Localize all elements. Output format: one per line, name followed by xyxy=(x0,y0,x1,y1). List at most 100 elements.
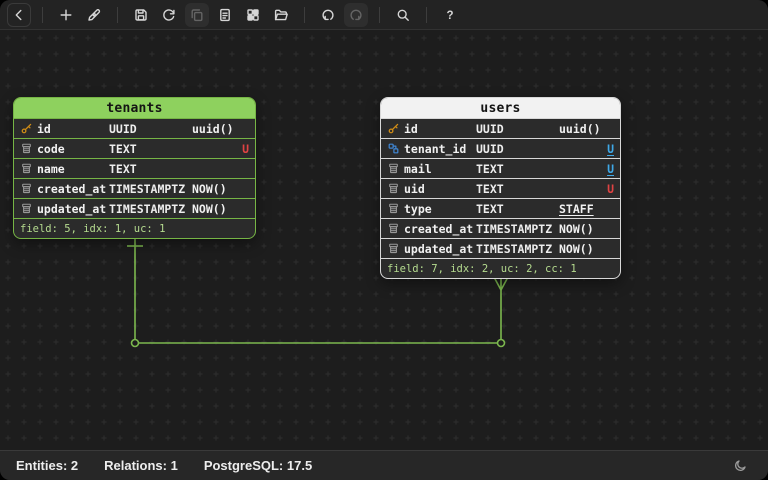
field-icon xyxy=(387,242,400,255)
pen-icon xyxy=(86,7,102,23)
field-icon xyxy=(387,202,400,215)
redo-button[interactable] xyxy=(344,2,368,27)
field-row-updated_at[interactable]: updated_at TIMESTAMPTZ NOW() xyxy=(14,198,255,218)
field-constraint-badge: U xyxy=(607,181,614,196)
field-row-name[interactable]: name TEXT xyxy=(14,158,255,178)
field-icon xyxy=(20,142,33,155)
entities-count: Entities: 2 xyxy=(16,458,79,473)
field-name: id xyxy=(37,121,51,136)
field-type: TIMESTAMPTZ xyxy=(109,181,186,196)
field-row-id[interactable]: id UUID uuid() xyxy=(14,118,255,138)
toolbar-separator xyxy=(304,6,305,23)
grid-icon xyxy=(245,7,261,23)
field-default: NOW() xyxy=(192,201,227,216)
folder-open-icon xyxy=(273,7,289,23)
field-row-created_at[interactable]: created_at TIMESTAMPTZ NOW() xyxy=(381,218,620,238)
field-constraint-badge: U xyxy=(242,141,249,156)
field-row-updated_at[interactable]: updated_at TIMESTAMPTZ NOW() xyxy=(381,238,620,258)
diagram-canvas[interactable]: tenants id UUID uuid() code TEXT Uname TEXT crea… xyxy=(0,30,768,450)
chevron-left-icon xyxy=(11,7,27,23)
file-text-icon xyxy=(217,7,233,23)
moon-icon xyxy=(733,458,748,473)
field-row-type[interactable]: type TEXT STAFF xyxy=(381,198,620,218)
field-type: TIMESTAMPTZ xyxy=(476,241,553,256)
add-entity-button[interactable] xyxy=(54,3,78,27)
copy-button[interactable] xyxy=(185,2,209,27)
field-constraint-badge: U xyxy=(607,161,614,176)
undo-button[interactable] xyxy=(316,3,340,27)
field-default: NOW() xyxy=(192,181,227,196)
reload-icon xyxy=(161,7,177,23)
field-name: mail xyxy=(404,161,432,176)
field-name: type xyxy=(404,201,432,216)
field-name: created_at xyxy=(404,221,474,236)
plus-icon xyxy=(58,7,74,23)
export-file-button[interactable] xyxy=(213,3,237,27)
undo-icon xyxy=(320,7,336,23)
help-button[interactable]: ? xyxy=(438,3,462,27)
key-icon xyxy=(387,122,400,135)
entity-table-users[interactable]: users id UUID uuid() tenant_id UUID Umail TEXT U… xyxy=(380,97,621,279)
save-icon xyxy=(133,7,149,23)
field-name: name xyxy=(37,161,65,176)
reload-button[interactable] xyxy=(157,3,181,27)
field-row-created_at[interactable]: created_at TIMESTAMPTZ NOW() xyxy=(14,178,255,198)
field-type: TEXT xyxy=(109,161,137,176)
table-title[interactable]: tenants xyxy=(14,98,255,118)
field-icon xyxy=(20,182,33,195)
help-icon: ? xyxy=(442,7,458,23)
back-button[interactable] xyxy=(7,2,31,27)
field-type: TEXT xyxy=(476,181,504,196)
entity-table-tenants[interactable]: tenants id UUID uuid() code TEXT Uname TEXT crea… xyxy=(13,97,256,239)
field-default: uuid() xyxy=(192,121,234,136)
field-icon xyxy=(20,202,33,215)
app-window: ? tenants id UUID uuid() code TEXT Uname TEXT cr… xyxy=(0,0,768,480)
open-folder-button[interactable] xyxy=(269,3,293,27)
field-type: TIMESTAMPTZ xyxy=(476,221,553,236)
field-name: updated_at xyxy=(37,201,107,216)
field-icon xyxy=(387,162,400,175)
field-type: TIMESTAMPTZ xyxy=(109,201,186,216)
field-name: code xyxy=(37,141,65,156)
layout-grid-button[interactable] xyxy=(241,3,265,27)
field-row-id[interactable]: id UUID uuid() xyxy=(381,118,620,138)
key-icon xyxy=(20,122,33,135)
status-bar: Entities: 2 Relations: 1 PostgreSQL: 17.… xyxy=(0,450,768,480)
field-type: TEXT xyxy=(109,141,137,156)
field-type: TEXT xyxy=(476,161,504,176)
relations-count: Relations: 1 xyxy=(104,458,178,473)
field-name: created_at xyxy=(37,181,107,196)
field-constraint-badge: U xyxy=(607,141,614,156)
search-icon xyxy=(395,7,411,23)
dialect-version: PostgreSQL: 17.5 xyxy=(203,458,313,473)
table-summary: field: 7, idx: 2, uc: 2, cc: 1 xyxy=(381,258,620,278)
save-button[interactable] xyxy=(129,3,153,27)
relation-bend-handle xyxy=(130,338,140,348)
field-name: id xyxy=(404,121,418,136)
redo-icon xyxy=(348,7,364,23)
field-row-tenant_id[interactable]: tenant_id UUID U xyxy=(381,138,620,158)
theme-toggle-button[interactable] xyxy=(728,454,752,478)
toolbar-separator xyxy=(42,6,43,23)
edit-style-button[interactable] xyxy=(82,3,106,27)
search-button[interactable] xyxy=(391,3,415,27)
toolbar-separator xyxy=(426,6,427,23)
svg-text:?: ? xyxy=(446,10,453,22)
relation-bend-handle xyxy=(496,338,506,348)
field-row-mail[interactable]: mail TEXT U xyxy=(381,158,620,178)
field-icon xyxy=(20,162,33,175)
table-summary: field: 5, idx: 1, uc: 1 xyxy=(14,218,255,238)
copy-icon xyxy=(189,7,205,23)
field-type: TEXT xyxy=(476,201,504,216)
toolbar: ? xyxy=(0,0,768,30)
field-default: STAFF xyxy=(559,201,594,216)
field-name: uid xyxy=(404,181,425,196)
field-row-code[interactable]: code TEXT U xyxy=(14,138,255,158)
field-default: NOW() xyxy=(559,221,594,236)
field-default: NOW() xyxy=(559,241,594,256)
toolbar-separator xyxy=(117,6,118,23)
field-row-uid[interactable]: uid TEXT U xyxy=(381,178,620,198)
table-title[interactable]: users xyxy=(381,98,620,118)
relation-icon xyxy=(387,142,400,155)
field-default: uuid() xyxy=(559,121,601,136)
